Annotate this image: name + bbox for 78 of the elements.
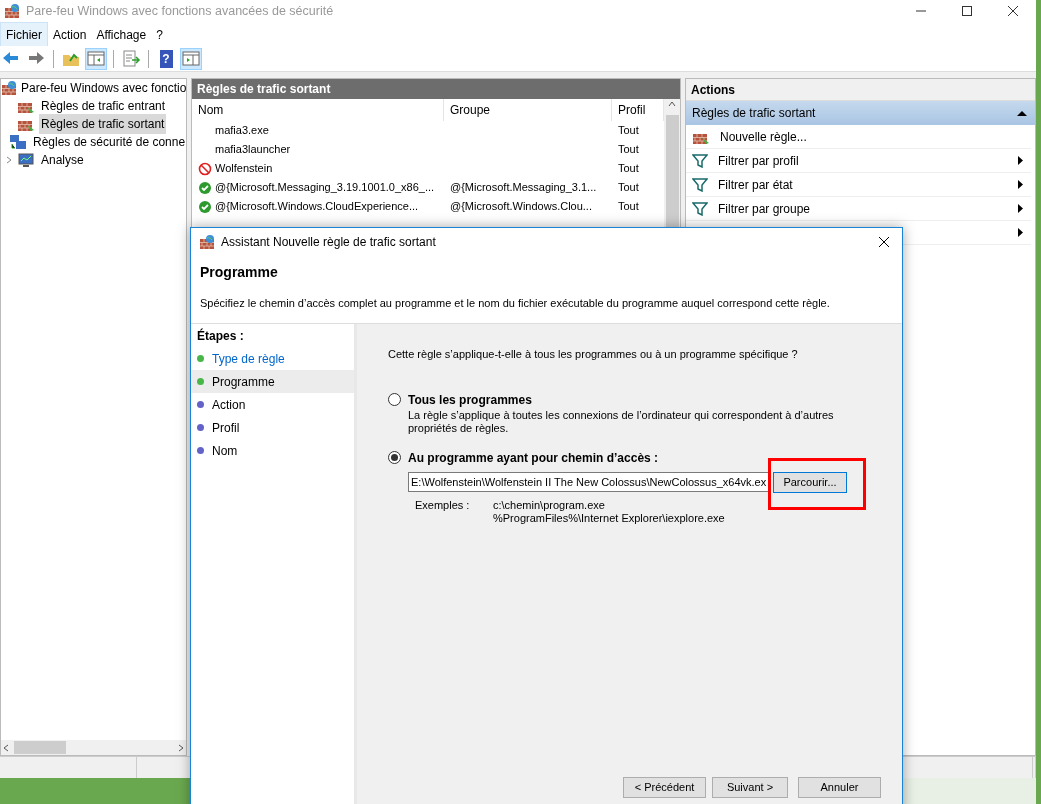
table-cell-text: mafia3launcher <box>215 142 291 158</box>
scrollbar-thumb[interactable] <box>14 741 66 754</box>
panel-icon[interactable] <box>181 49 201 68</box>
page-description: Spécifiez le chemin d’accès complet au programme et le nom du fichier exécutable du programme auquel correspond cette règle. <box>200 295 831 311</box>
funnel-icon <box>692 201 708 216</box>
menu-item[interactable]: Action <box>48 23 92 47</box>
collapse-icon[interactable] <box>1017 110 1027 116</box>
help-button[interactable]: ? <box>159 49 173 68</box>
table-cell: Tout <box>618 162 639 175</box>
table-cell: @{Microsoft.Messaging_3.1... <box>450 181 597 194</box>
table-cell: Tout <box>618 124 639 137</box>
example-path: c:\chemin\program.exe <box>493 498 606 512</box>
path-field[interactable]: E:\Wolfenstein\Wolfenstein II The New Colossus\NewColossus_x64vk.ex <box>408 472 770 493</box>
dialog-title: Assistant Nouvelle règle de trafic sortant <box>221 234 436 251</box>
browse-button[interactable]: Parcourir... <box>773 471 847 493</box>
scroll-left-icon[interactable] <box>1 742 11 753</box>
step-item[interactable]: Nom <box>191 439 354 463</box>
firewall-icon <box>4 3 20 19</box>
export-list-icon[interactable] <box>121 49 141 68</box>
step-item[interactable]: Programme <box>191 370 354 394</box>
table-cell-text: @{Microsoft.Windows.CloudExperience... <box>215 199 419 215</box>
examples-label: Exemples : <box>415 498 471 513</box>
menu-item[interactable]: Fichier <box>0 22 48 48</box>
firewall-icon <box>1 80 17 96</box>
option-label[interactable]: Tous les programmes <box>408 390 532 409</box>
next-button[interactable]: Suivant > <box>712 777 788 798</box>
table-cell-text: Wolfenstein <box>215 161 273 177</box>
step-item[interactable]: Type de règle <box>191 347 354 371</box>
tree-item[interactable]: Règles de sécurité de conne <box>31 132 188 152</box>
table-cell-text: @{Microsoft.Messaging_3.19.1001.0_x86_... <box>215 180 435 196</box>
question-text: Cette règle s’applique-t-elle à tous les programmes ou à un programme spécifique ? <box>388 347 799 363</box>
panel-title: Règles de trafic sortant <box>192 79 680 99</box>
submenu-arrow-icon[interactable] <box>1018 156 1023 165</box>
steps-label: Étapes : <box>197 327 244 345</box>
action-link[interactable]: Filtrer par groupe <box>718 199 811 218</box>
panel-title: Actions <box>686 79 1035 101</box>
tree-item[interactable]: Règles de trafic entrant <box>39 96 168 116</box>
table-cell-text: mafia3.exe <box>215 123 269 139</box>
window-title: Pare-feu Windows avec fonctions avancées de sécurité <box>26 2 334 20</box>
radio-button[interactable] <box>388 451 401 465</box>
scroll-up-icon[interactable] <box>667 99 677 109</box>
page-heading: Programme <box>200 264 279 281</box>
close-icon[interactable] <box>878 236 890 248</box>
action-link[interactable]: Filtrer par état <box>718 175 793 194</box>
action-link[interactable]: Nouvelle règle... <box>720 127 807 146</box>
submenu-arrow-icon[interactable] <box>1018 204 1023 213</box>
column-header[interactable]: Nom <box>192 99 444 121</box>
action-link[interactable]: Filtrer par profil <box>718 151 799 170</box>
table-cell: @{Microsoft.Windows.Clou... <box>450 200 592 213</box>
check-icon <box>198 199 212 214</box>
panel-icon[interactable] <box>86 49 106 68</box>
radio-button[interactable] <box>388 393 401 407</box>
step-item[interactable]: Action <box>191 393 354 417</box>
submenu-arrow-icon[interactable] <box>1018 180 1023 189</box>
menu-item[interactable]: Affichage <box>91 23 152 47</box>
scroll-right-icon[interactable] <box>176 742 186 753</box>
table-cell: Tout <box>618 181 639 194</box>
check-icon <box>198 180 212 195</box>
menu-item[interactable]: ? <box>151 23 168 47</box>
tree-item[interactable]: Pare-feu Windows avec fonctio <box>21 79 187 97</box>
table-cell: Tout <box>618 143 639 156</box>
example-path: %ProgramFiles%\Internet Explorer\iexplore.exe <box>493 511 725 525</box>
firewall-icon <box>199 234 215 250</box>
cancel-button[interactable]: Annuler <box>798 777 881 798</box>
column-header[interactable]: Groupe <box>444 99 612 121</box>
tree-item[interactable]: Règles de trafic sortant <box>39 114 167 134</box>
funnel-icon <box>692 177 708 192</box>
option-label[interactable]: Au programme ayant pour chemin d’accès : <box>408 448 659 467</box>
monitor-icon <box>17 152 35 168</box>
submenu-arrow-icon[interactable] <box>1018 228 1023 237</box>
blocked-icon <box>198 161 212 176</box>
table-cell: Tout <box>618 200 639 213</box>
computers-icon <box>9 134 27 150</box>
back-button[interactable]: < Précédent <box>623 777 706 798</box>
funnel-icon <box>692 153 708 168</box>
option-description: La règle s’applique à toutes les connexions de l’ordinateur qui correspondent à d’autres propriétés de règles. <box>407 408 835 435</box>
tree-item[interactable]: Analyse <box>39 150 86 170</box>
step-item[interactable]: Profil <box>191 416 354 440</box>
